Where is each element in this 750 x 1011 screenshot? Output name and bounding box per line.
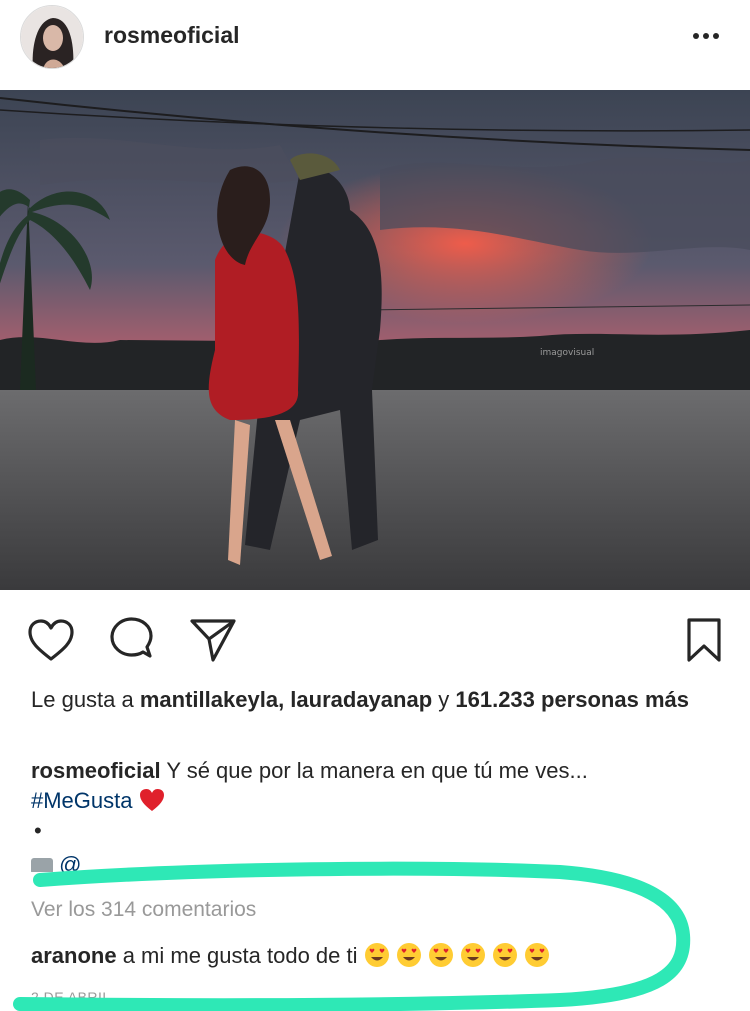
view-all-comments-link[interactable]: Ver los 314 comentarios xyxy=(31,898,256,922)
red-heart-emoji xyxy=(139,788,165,813)
photo-watermark: imagovisual xyxy=(540,348,594,358)
more-options-icon[interactable] xyxy=(690,24,722,48)
likes-separator: , xyxy=(278,687,291,712)
caption-mention-partial[interactable]: @ xyxy=(31,852,81,872)
likes-summary: Le gusta a mantillakeyla, lauradayanap y… xyxy=(31,686,731,714)
post-date: 2 DE ABRIL xyxy=(31,989,111,1005)
post-username[interactable]: rosmeoficial xyxy=(104,22,240,49)
comment-icon[interactable] xyxy=(107,616,157,666)
heart-eyes-emoji xyxy=(492,942,518,968)
likes-prefix: Le gusta a xyxy=(31,687,140,712)
action-bar xyxy=(0,610,750,666)
caption-hashtag[interactable]: #MeGusta xyxy=(31,788,133,813)
liker-username[interactable]: lauradayanap xyxy=(290,687,432,712)
camera-emoji-icon xyxy=(31,858,53,872)
likes-count[interactable]: 161.233 personas más xyxy=(455,687,689,712)
heart-eyes-emoji xyxy=(364,942,390,968)
caption-username[interactable]: rosmeoficial xyxy=(31,758,161,783)
share-icon[interactable] xyxy=(188,616,238,666)
heart-eyes-emoji xyxy=(524,942,550,968)
caption-text: Y sé que por la manera en que tú me ves.… xyxy=(160,758,588,783)
comment-row: aranone a mi me gusta todo de ti xyxy=(31,942,550,969)
heart-eyes-emoji xyxy=(460,942,486,968)
heart-eyes-emoji xyxy=(428,942,454,968)
caption-bullet: • xyxy=(34,818,42,843)
post-photo[interactable]: imagovisual xyxy=(0,90,750,590)
post-caption: rosmeoficial Y sé que por la manera en q… xyxy=(31,756,731,816)
mention-text[interactable]: @ xyxy=(59,852,81,872)
comment-text: a mi me gusta todo de ti xyxy=(116,943,358,968)
comment-username[interactable]: aranone xyxy=(31,943,117,968)
bookmark-icon[interactable] xyxy=(684,616,734,666)
heart-icon[interactable] xyxy=(26,616,76,666)
likes-joiner: y xyxy=(432,687,456,712)
heart-eyes-emoji xyxy=(396,942,422,968)
avatar[interactable] xyxy=(20,5,84,69)
liker-username[interactable]: mantillakeyla xyxy=(140,687,278,712)
post-header: rosmeoficial xyxy=(0,0,750,88)
comment-emojis xyxy=(358,943,550,968)
